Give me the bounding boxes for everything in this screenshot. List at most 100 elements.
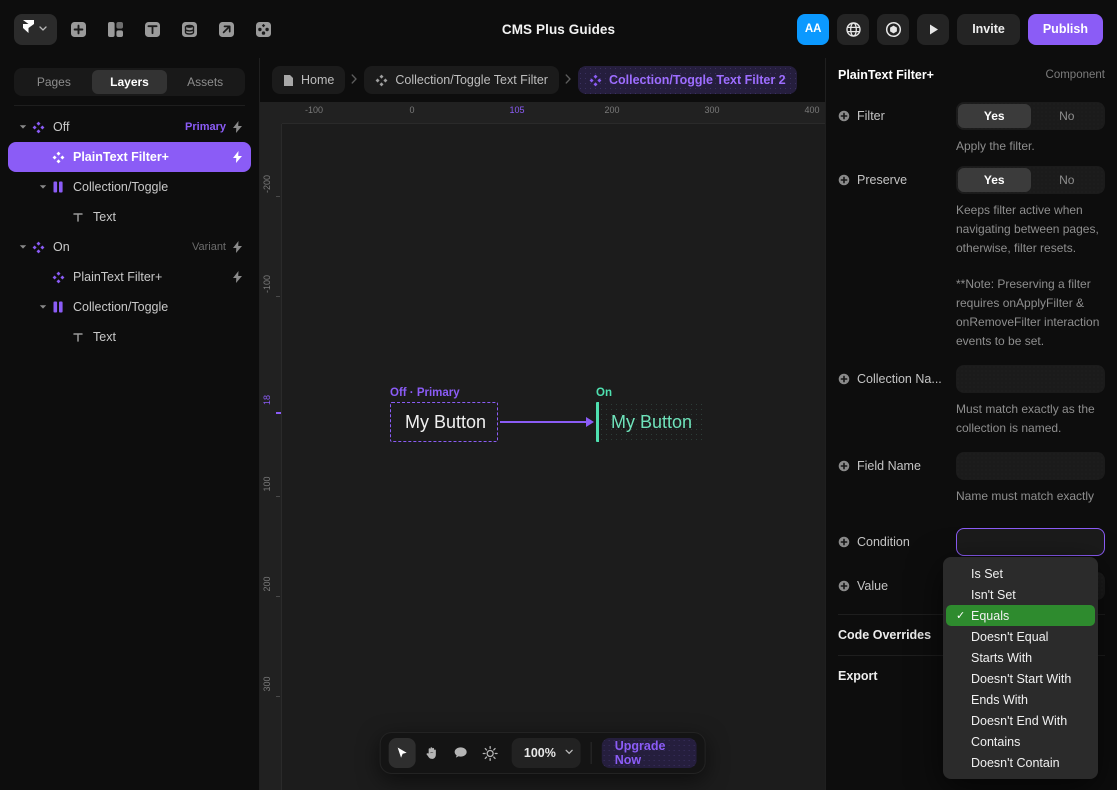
layout-button[interactable] (100, 14, 131, 45)
prop-ctrl-filter: Yes No (956, 102, 1105, 130)
vertical-ruler: -200-10018100200300 (260, 102, 282, 790)
plus-circle-icon (838, 536, 850, 548)
comment-tool-icon[interactable] (447, 738, 474, 768)
cursor-tool-icon[interactable] (388, 738, 415, 768)
prop-label-field-name: Field Name (838, 452, 956, 480)
layer-row[interactable]: OnVariant (8, 232, 251, 262)
menu-item[interactable]: ✓Ends With (946, 689, 1095, 710)
filter-toggle-yes[interactable]: Yes (958, 104, 1031, 128)
zoom-level-value: 100% (524, 746, 556, 760)
layer-row[interactable]: Collection/Toggle (8, 292, 251, 322)
hand-tool-icon[interactable] (418, 738, 445, 768)
columns-icon (50, 179, 66, 195)
ruler-tick-h: -100 (305, 105, 323, 115)
menu-item[interactable]: ✓Doesn't Contain (946, 752, 1095, 773)
menu-item-label: Doesn't Equal (971, 630, 1048, 644)
upgrade-now-button[interactable]: Upgrade Now (602, 738, 697, 768)
layer-row[interactable]: Text (8, 202, 251, 232)
caret-down-icon[interactable] (36, 180, 50, 194)
text-tool-button[interactable] (137, 14, 168, 45)
caret-down-icon[interactable] (36, 300, 50, 314)
ruler-tick-h: 105 (509, 105, 524, 115)
interaction-bolt-icon[interactable] (232, 151, 243, 163)
frame-off-primary[interactable]: My Button (390, 402, 498, 442)
menu-item[interactable]: ✓Doesn't Start With (946, 668, 1095, 689)
interaction-bolt-icon[interactable] (232, 241, 243, 253)
preserve-toggle-no[interactable]: No (1031, 168, 1104, 192)
prop-label-condition: Condition (838, 528, 956, 556)
record-hexagon-icon[interactable] (877, 14, 909, 45)
ruler-mark-v (276, 196, 280, 197)
layer-row[interactable]: Text (8, 322, 251, 352)
menu-item[interactable]: ✓Starts With (946, 647, 1095, 668)
layer-row[interactable]: OffPrimary (8, 112, 251, 142)
menu-item-label: Starts With (971, 651, 1032, 665)
breadcrumb-label: Collection/Toggle Text Filter (395, 73, 548, 87)
condition-dropdown-menu[interactable]: ✓Is Set✓Isn't Set✓Equals✓Doesn't Equal✓S… (943, 557, 1098, 779)
insert-plus-button[interactable] (63, 14, 94, 45)
layer-row[interactable]: Collection/Toggle (8, 172, 251, 202)
ruler-tick-v: -200 (262, 175, 272, 193)
prop-label-field-name-text: Field Name (857, 459, 921, 473)
menu-item-label: Doesn't End With (971, 714, 1067, 728)
layer-row[interactable]: PlainText Filter+ (8, 262, 251, 292)
breadcrumb-item[interactable]: Collection/Toggle Text Filter 2 (578, 66, 797, 94)
interaction-bolt-icon[interactable] (232, 121, 243, 133)
brightness-tool-icon[interactable] (476, 738, 503, 768)
variant-transition-line (500, 421, 588, 423)
frame-on-variant[interactable]: My Button (596, 402, 706, 442)
canvas-surface[interactable]: Off · Primary My Button On My Button (282, 124, 825, 790)
top-toolbar: CMS Plus Guides AA Invite Publish (0, 0, 1117, 58)
ruler-tick-h: 0 (409, 105, 414, 115)
menu-item[interactable]: ✓Isn't Set (946, 584, 1095, 605)
cms-stack-button[interactable] (174, 14, 205, 45)
prop-label-condition-text: Condition (857, 535, 910, 549)
invite-button[interactable]: Invite (957, 14, 1020, 45)
preserve-toggle-yes[interactable]: Yes (958, 168, 1031, 192)
zoom-level-select[interactable]: 100% (512, 738, 581, 768)
link-button[interactable] (211, 14, 242, 45)
frame-label-off: Off · Primary (390, 387, 460, 399)
canvas-area[interactable]: -1000105200300400 -200-10018100200300 Of… (260, 102, 825, 790)
breadcrumb-item[interactable]: Collection/Toggle Text Filter (364, 66, 559, 94)
properties-title: PlainText Filter+ (838, 68, 934, 82)
publish-button[interactable]: Publish (1028, 14, 1103, 45)
columns-icon (50, 299, 66, 315)
menu-item-label: Is Set (971, 567, 1003, 581)
layer-row[interactable]: PlainText Filter+ (8, 142, 251, 172)
menu-item[interactable]: ✓Doesn't End With (946, 710, 1095, 731)
caret-down-icon[interactable] (16, 240, 30, 254)
collection-name-input[interactable] (956, 365, 1105, 393)
framer-logo-menu-button[interactable] (14, 14, 57, 45)
tab-layers[interactable]: Layers (92, 70, 168, 94)
assistant-aa-button[interactable]: AA (797, 14, 829, 45)
caret-down-icon[interactable] (16, 120, 30, 134)
preview-play-icon[interactable] (917, 14, 949, 45)
check-icon: ✓ (956, 672, 971, 685)
prop-label-preserve-text: Preserve (857, 173, 907, 187)
condition-select[interactable] (956, 528, 1105, 556)
menu-item[interactable]: ✓Equals (946, 605, 1095, 626)
ruler-tick-h: 200 (604, 105, 619, 115)
menu-item[interactable]: ✓Contains (946, 731, 1095, 752)
layer-name: PlainText Filter+ (73, 150, 169, 164)
prop-ctrl-field-name (956, 452, 1105, 480)
component-icon (375, 74, 388, 87)
globe-icon[interactable] (837, 14, 869, 45)
filter-toggle-no[interactable]: No (1031, 104, 1104, 128)
breadcrumb-item[interactable]: Home (272, 66, 345, 94)
prop-row-collection-name: Collection Na... (826, 361, 1117, 393)
interaction-bolt-icon[interactable] (232, 271, 243, 283)
prop-label-filter-text: Filter (857, 109, 885, 123)
layer-name: Collection/Toggle (73, 180, 168, 194)
field-name-input[interactable] (956, 452, 1105, 480)
menu-item[interactable]: ✓Doesn't Equal (946, 626, 1095, 647)
tab-pages[interactable]: Pages (16, 70, 92, 94)
prop-label-collection-name-text: Collection Na... (857, 372, 942, 386)
tab-assets[interactable]: Assets (167, 70, 243, 94)
menu-item[interactable]: ✓Is Set (946, 563, 1095, 584)
chevron-down-icon (38, 20, 48, 38)
breadcrumb-separator-icon (563, 74, 574, 87)
components-button[interactable] (248, 14, 279, 45)
menu-item-label: Ends With (971, 693, 1028, 707)
